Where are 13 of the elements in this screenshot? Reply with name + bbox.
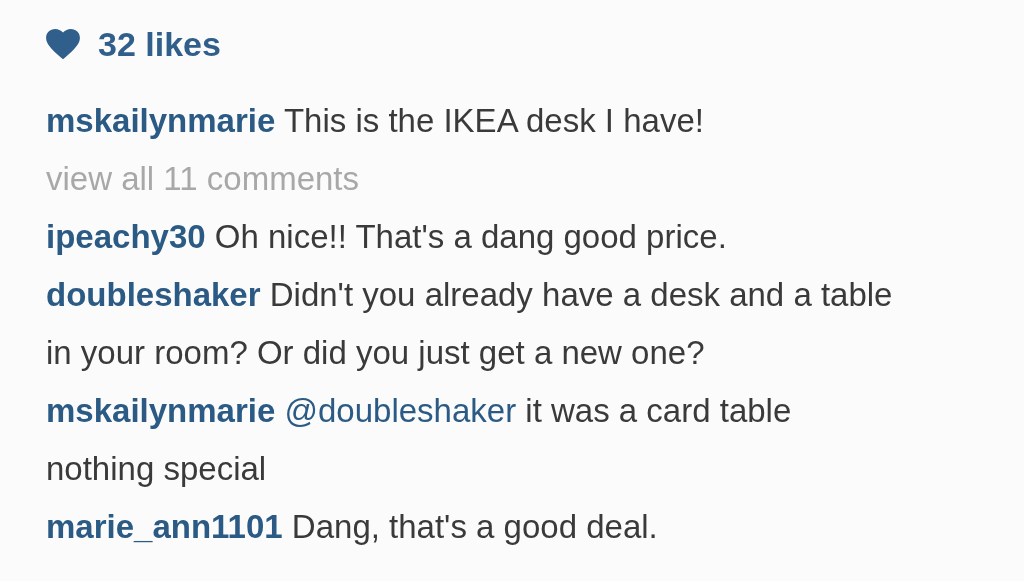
comment-text: ipeachy30 Oh nice!! That's a dang good price. [46,217,728,257]
heart-icon[interactable] [46,28,80,60]
username-link[interactable]: ipeachy30 [46,218,206,255]
caption-text: mskailynmarie This is the IKEA desk I have! [46,101,705,141]
username-link[interactable]: marie_ann1101 [46,508,283,545]
username-link[interactable]: mskailynmarie [46,102,276,139]
comment-text: doubleshaker Didn't you already have a desk and a table in your room? Or did you just get a new one? [46,275,894,373]
mention-link[interactable]: @doubleshaker [284,392,517,429]
username-link[interactable]: doubleshaker [46,276,261,313]
username-link[interactable]: mskailynmarie [46,392,276,429]
likes-count[interactable]: 32 likes [98,24,221,64]
comment-text: marie_ann1101 Dang, that's a good deal. [46,507,659,547]
comment-text: mskailynmarie @doubleshaker it was a card table nothing special [46,391,793,489]
